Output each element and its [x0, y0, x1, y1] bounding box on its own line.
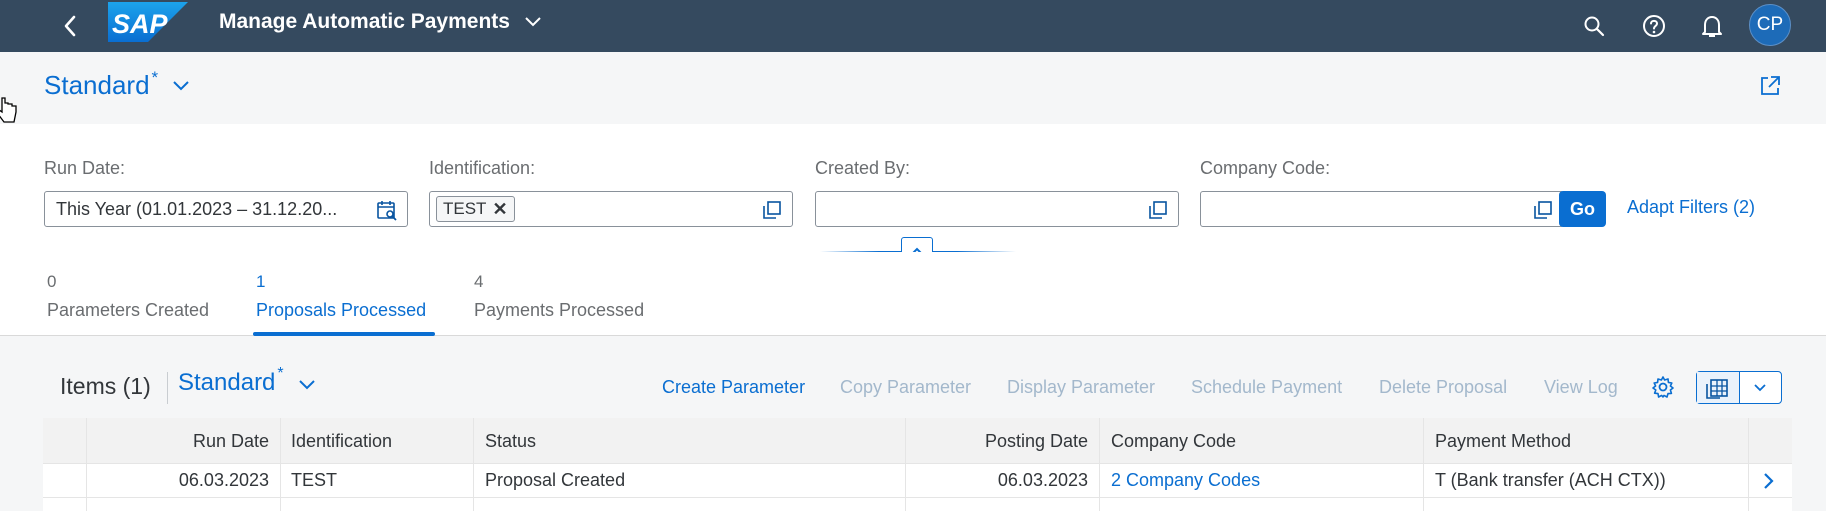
table-title: Items (1): [60, 373, 151, 399]
toolbar-separator: [167, 372, 168, 404]
back-button[interactable]: [56, 12, 84, 40]
search-icon: [1584, 16, 1605, 37]
cell-status: Proposal Created: [485, 470, 626, 490]
help-icon: [1643, 15, 1665, 37]
export-options-button[interactable]: [1740, 372, 1782, 403]
filter-label-run-date: Run Date:: [44, 158, 126, 178]
value-help-button[interactable]: [1146, 198, 1170, 222]
value-help-button[interactable]: [1531, 198, 1555, 222]
shell-bar: SAP Manage Automatic Payments CP: [0, 0, 1826, 52]
active-tab-indicator: [253, 332, 435, 336]
filter-label-company-code: Company Code:: [1200, 158, 1331, 178]
chevron-down-icon: [298, 380, 315, 390]
chevron-down-icon: [1754, 383, 1766, 391]
column-header-run-date[interactable]: Run Date: [193, 431, 269, 452]
cell-run-date: 06.03.2023: [178, 470, 269, 490]
table-variant-selector[interactable]: Standard *: [178, 365, 316, 397]
export-button[interactable]: [1697, 372, 1740, 403]
user-avatar[interactable]: CP: [1749, 4, 1791, 46]
company-code-field[interactable]: [1200, 191, 1564, 227]
notifications-button[interactable]: [1696, 10, 1728, 42]
column-header-status[interactable]: Status: [485, 431, 536, 452]
chevron-down-icon: [173, 81, 189, 91]
view-log-button[interactable]: View Log: [1544, 377, 1618, 398]
tab-payments-processed[interactable]: 4 Payments Processed: [474, 272, 644, 321]
cell-company-code-link[interactable]: 2 Company Codes: [1111, 470, 1260, 491]
svg-text:SAP: SAP: [112, 9, 169, 39]
display-parameter-button[interactable]: Display Parameter: [1007, 377, 1155, 398]
run-date-field[interactable]: This Year (01.01.2023 – 31.12.20...: [44, 191, 408, 227]
delete-proposal-button[interactable]: Delete Proposal: [1379, 377, 1507, 398]
row-divider: [43, 497, 1792, 498]
sap-logo[interactable]: SAP: [108, 2, 188, 42]
value-help-icon: [1534, 201, 1552, 219]
identification-token[interactable]: TEST ✕: [436, 196, 515, 222]
variant-name: Standard: [44, 70, 150, 100]
go-button[interactable]: Go: [1559, 191, 1606, 227]
created-by-field[interactable]: [815, 191, 1179, 227]
filter-label-created-by: Created By:: [815, 158, 911, 178]
app-title-menu[interactable]: Manage Automatic Payments: [219, 10, 542, 34]
value-help-icon: [1149, 201, 1167, 219]
hand-cursor-icon: [0, 97, 17, 123]
chevron-right-icon: [1764, 473, 1774, 489]
column-header-identification[interactable]: Identification: [291, 431, 392, 452]
calendar-button[interactable]: [375, 198, 399, 222]
filter-bar: [0, 124, 1826, 252]
cell-identification: TEST: [291, 470, 338, 490]
export-split-button: [1696, 371, 1782, 404]
chevron-down-icon: [525, 17, 541, 27]
tab-label: Proposals Processed: [256, 300, 427, 320]
share-icon: [1761, 76, 1780, 95]
variant-modified-marker: *: [151, 68, 159, 87]
tab-count: 4: [474, 272, 484, 291]
page-header: [0, 52, 1826, 124]
cell-payment-method: T (Bank transfer (ACH CTX)): [1435, 470, 1666, 490]
search-button[interactable]: [1578, 10, 1610, 42]
tab-proposals-processed[interactable]: 1 Proposals Processed: [256, 272, 426, 321]
value-help-button[interactable]: [760, 198, 784, 222]
calendar-search-icon: [377, 201, 397, 221]
identification-field[interactable]: TEST ✕: [429, 191, 793, 227]
export-spreadsheet-icon: [1705, 378, 1728, 399]
filter-label-identification: Identification:: [429, 158, 536, 178]
value-help-icon: [763, 201, 781, 219]
chevron-left-icon: [64, 15, 76, 37]
copy-parameter-button[interactable]: Copy Parameter: [840, 377, 971, 398]
create-parameter-button[interactable]: Create Parameter: [662, 377, 805, 398]
tab-label: Payments Processed: [474, 300, 645, 320]
token-text: TEST: [443, 199, 487, 218]
bell-icon: [1702, 16, 1722, 37]
tab-parameters-created[interactable]: 0 Parameters Created: [47, 272, 209, 321]
tab-label: Parameters Created: [47, 300, 210, 320]
table-settings-button[interactable]: [1650, 374, 1676, 400]
app-title: Manage Automatic Payments: [219, 10, 510, 33]
help-button[interactable]: [1638, 10, 1670, 42]
schedule-payment-button[interactable]: Schedule Payment: [1191, 377, 1342, 398]
tab-count: 1: [256, 272, 266, 291]
adapt-filters-button[interactable]: Adapt Filters (2): [1627, 197, 1755, 218]
run-date-value: This Year (01.01.2023 – 31.12.20...: [56, 198, 338, 219]
column-header-posting-date[interactable]: Posting Date: [985, 431, 1088, 452]
tab-count: 0: [47, 272, 57, 291]
column-header-company-code[interactable]: Company Code: [1111, 431, 1236, 452]
row-navigation-button[interactable]: [1757, 470, 1779, 492]
page-variant-selector[interactable]: Standard *: [44, 68, 190, 101]
gear-icon: [1652, 376, 1674, 398]
column-header-payment-method[interactable]: Payment Method: [1435, 431, 1571, 452]
variant-name: Standard: [178, 369, 276, 396]
cell-posting-date: 06.03.2023: [997, 470, 1088, 490]
token-remove-icon[interactable]: ✕: [492, 199, 507, 220]
share-button[interactable]: [1756, 72, 1784, 100]
variant-modified-marker: *: [277, 365, 284, 382]
